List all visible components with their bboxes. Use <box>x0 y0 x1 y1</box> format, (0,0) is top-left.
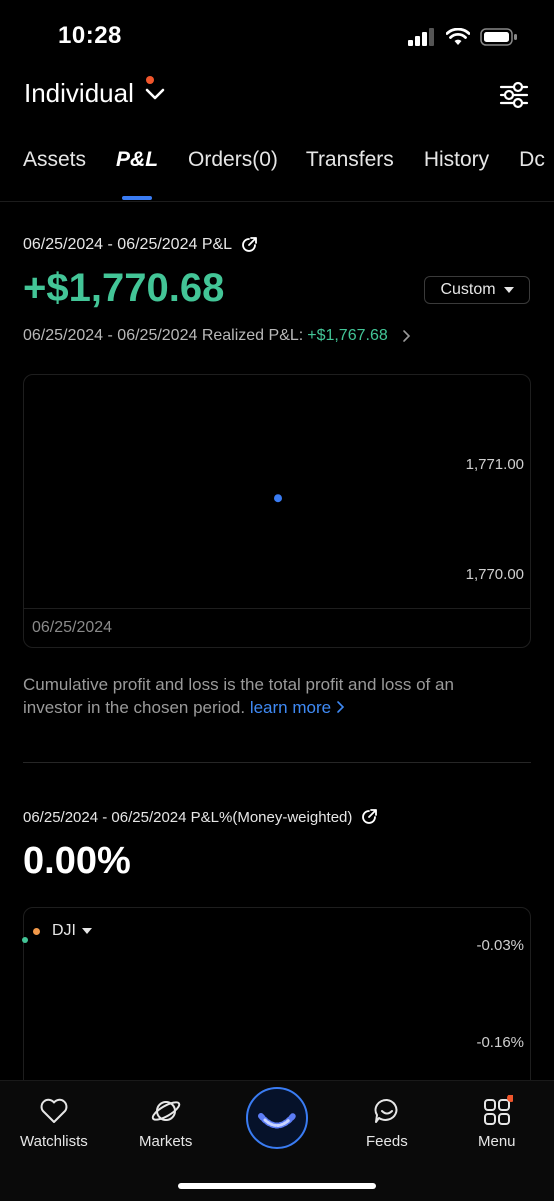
pl-chart: 1,771.00 1,770.00 <box>23 374 531 648</box>
grid-icon <box>483 1095 513 1125</box>
nav-watchlists[interactable]: Watchlists <box>20 1095 88 1150</box>
battery-icon <box>480 28 517 46</box>
active-tab-indicator <box>122 196 152 200</box>
chat-smile-icon <box>374 1098 398 1123</box>
mw-value: 0.00% <box>23 840 131 882</box>
heart-icon <box>40 1098 68 1123</box>
caret-down-icon <box>82 927 92 934</box>
wifi-icon <box>446 28 470 45</box>
chevron-down-icon <box>145 88 165 99</box>
mw-period-label: 06/25/2024 - 06/25/2024 P&L%(Money-weigh… <box>23 808 378 826</box>
moomoo-logo <box>258 1113 296 1129</box>
mw-y-tick: -0.03% <box>476 937 524 954</box>
tab-history[interactable]: History <box>424 148 489 172</box>
nav-markets[interactable]: Markets <box>139 1095 192 1150</box>
nav-label: Markets <box>139 1133 193 1150</box>
notification-dot <box>146 76 154 84</box>
data-point <box>274 494 282 503</box>
filter-settings-icon[interactable] <box>498 80 530 110</box>
status-icons <box>408 26 518 48</box>
pl-description: Cumulative profit and loss is the total … <box>23 673 503 719</box>
moomoo-logo-button[interactable] <box>246 1087 308 1149</box>
benchmark-marker <box>33 928 40 935</box>
mw-chart <box>23 907 531 1097</box>
y-tick-label: 1,770.00 <box>466 566 524 583</box>
realized-pl-row[interactable]: 06/25/2024 - 06/25/2024 Realized P&L: +$… <box>23 327 414 345</box>
chart-x-tick: 06/25/2024 <box>32 619 113 636</box>
tab-assets[interactable]: Assets <box>23 148 86 172</box>
tab-bar: Assets P&L Orders(0) Transfers History D… <box>23 148 545 172</box>
mw-y-tick: -0.16% <box>476 1034 524 1051</box>
status-time: 10:28 <box>58 22 122 49</box>
home-indicator <box>178 1183 376 1189</box>
tab-documents[interactable]: Dc <box>519 148 545 172</box>
date-range-dropdown[interactable]: Custom <box>424 276 530 304</box>
date-range-label: Custom <box>440 281 496 298</box>
series-marker-green <box>22 937 28 943</box>
pl-period-label: 06/25/2024 - 06/25/2024 P&L <box>23 236 258 254</box>
share-icon[interactable] <box>360 808 378 826</box>
tab-pl[interactable]: P&L <box>116 148 158 172</box>
pl-value: +$1,770.68 <box>23 266 225 310</box>
mw-period-text: 06/25/2024 - 06/25/2024 P&L%(Money-weigh… <box>23 808 353 826</box>
chart-divider <box>23 608 531 609</box>
section-divider <box>23 762 531 763</box>
chevron-right-icon <box>402 330 410 342</box>
account-selector[interactable]: Individual <box>24 76 166 109</box>
nav-label: Menu <box>478 1133 516 1150</box>
tab-transfers[interactable]: Transfers <box>306 148 394 172</box>
learn-more-text: learn more <box>249 698 332 717</box>
tabs-divider <box>0 201 554 202</box>
chevron-right-icon <box>337 701 344 713</box>
caret-down-icon <box>503 286 514 293</box>
nav-menu[interactable]: Menu <box>478 1095 516 1150</box>
description-text: Cumulative profit and loss is the total … <box>23 675 454 717</box>
cellular-signal-icon <box>408 28 434 46</box>
y-tick-label: 1,771.00 <box>466 456 524 473</box>
tab-orders[interactable]: Orders(0) <box>188 148 278 172</box>
nav-feeds[interactable]: Feeds <box>366 1095 408 1150</box>
benchmark-selector[interactable]: DJI <box>52 922 92 940</box>
nav-label: Watchlists <box>20 1133 88 1150</box>
nav-label: Feeds <box>366 1133 408 1150</box>
planet-icon <box>151 1101 180 1121</box>
pl-period-text: 06/25/2024 - 06/25/2024 P&L <box>23 236 233 253</box>
benchmark-label: DJI <box>52 922 76 939</box>
account-title: Individual <box>24 78 134 108</box>
learn-more-link[interactable]: learn more <box>250 698 346 717</box>
realized-pl-value: +$1,767.68 <box>307 327 388 344</box>
realized-pl-label: 06/25/2024 - 06/25/2024 Realized P&L: <box>23 327 304 344</box>
share-icon[interactable] <box>240 236 258 254</box>
